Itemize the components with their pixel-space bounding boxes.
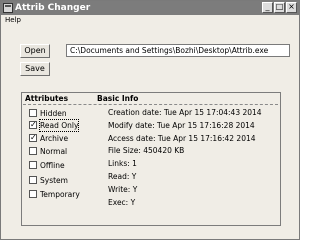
write-permission: Write: Y bbox=[108, 185, 138, 194]
window-title: Attrib Changer bbox=[15, 3, 91, 13]
system-label: System bbox=[40, 176, 68, 185]
title-bar[interactable]: Attrib Changer _ □ × bbox=[1, 1, 299, 15]
file-size: File Size: 450420 KB bbox=[108, 146, 185, 155]
creation-date: Creation date: Tue Apr 15 17:04:43 2014 bbox=[108, 108, 262, 117]
access-date: Access date: Tue Apr 15 17:16:42 2014 bbox=[108, 134, 256, 143]
archive-label: Archive bbox=[40, 134, 69, 143]
hidden-label: Hidden bbox=[40, 109, 67, 118]
normal-label: Normal bbox=[40, 147, 68, 156]
save-button[interactable]: Save bbox=[20, 62, 50, 76]
hidden-checkbox[interactable] bbox=[29, 109, 37, 117]
maximize-button[interactable]: □ bbox=[274, 2, 285, 13]
offline-checkbox[interactable] bbox=[29, 161, 37, 169]
offline-label: Offline bbox=[40, 161, 65, 170]
menu-help[interactable]: Help bbox=[5, 15, 21, 26]
close-button[interactable]: × bbox=[286, 2, 297, 13]
exec-permission: Exec: Y bbox=[108, 198, 136, 207]
attributes-header: Attributes bbox=[25, 94, 69, 103]
app-window: Attrib Changer _ □ × Help Open Save C:\D… bbox=[0, 0, 300, 240]
read-only-checkbox[interactable]: ✓ bbox=[29, 121, 37, 129]
minimize-button[interactable]: _ bbox=[262, 2, 273, 13]
links-count: Links: 1 bbox=[108, 159, 137, 168]
normal-checkbox[interactable] bbox=[29, 147, 37, 155]
temporary-checkbox[interactable] bbox=[29, 190, 37, 198]
basic-info-header: Basic Info bbox=[97, 94, 139, 103]
open-button[interactable]: Open bbox=[20, 44, 50, 58]
temporary-label: Temporary bbox=[40, 190, 80, 199]
read-only-label: Read Only bbox=[38, 119, 80, 132]
app-icon bbox=[3, 3, 13, 13]
read-permission: Read: Y bbox=[108, 172, 137, 181]
file-path-field[interactable]: C:\Documents and Settings\Bozhi\Desktop\… bbox=[66, 44, 290, 57]
header-divider bbox=[23, 104, 278, 105]
modify-date: Modify date: Tue Apr 15 17:16:28 2014 bbox=[108, 121, 255, 130]
menu-bar: Help bbox=[1, 15, 299, 26]
archive-checkbox[interactable]: ✓ bbox=[29, 134, 37, 142]
system-checkbox[interactable] bbox=[29, 176, 37, 184]
